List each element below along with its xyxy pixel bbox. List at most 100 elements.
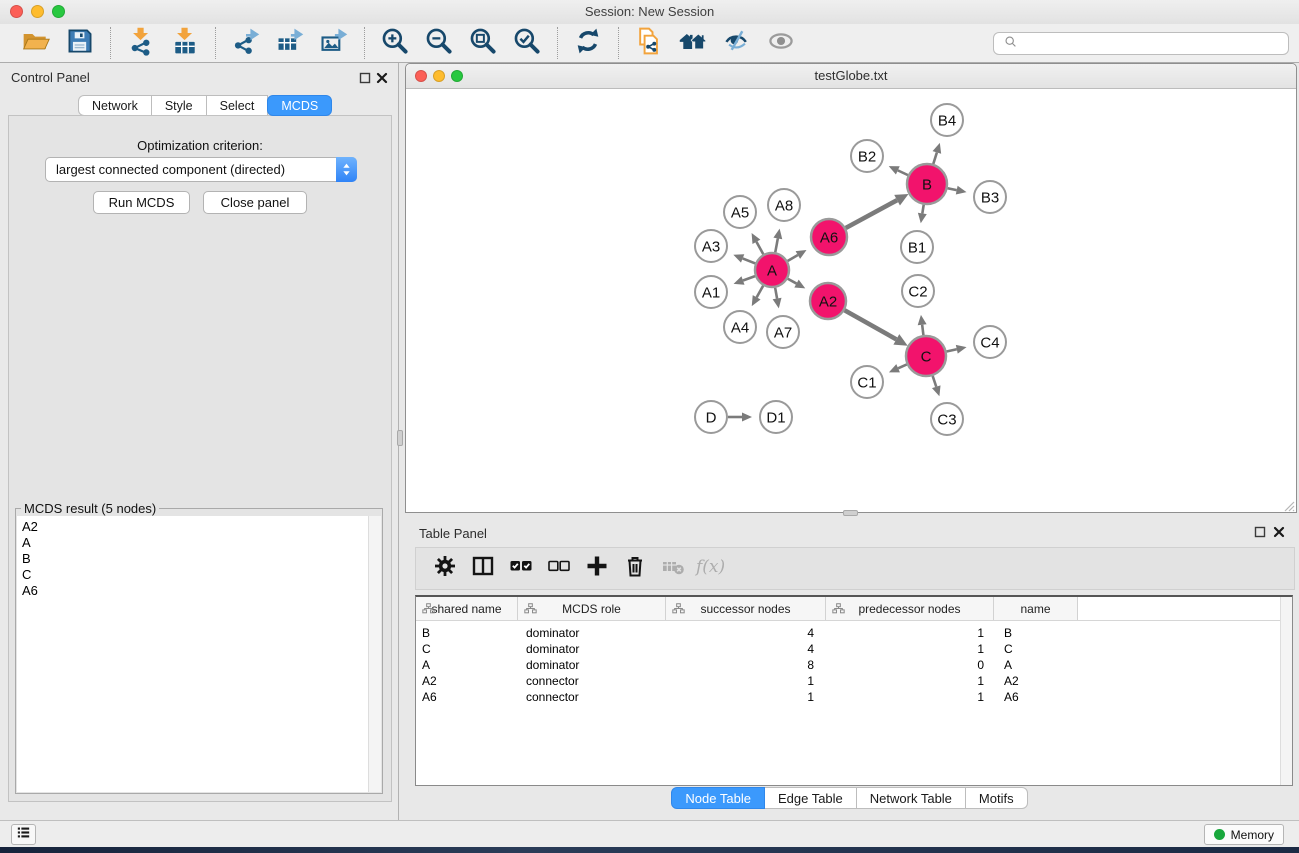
graph-edge-A-A6[interactable] [788, 255, 798, 261]
graph-edge-B-B4[interactable] [933, 152, 937, 164]
horizontal-splitter-handle[interactable] [843, 510, 858, 516]
optimization-criterion-select[interactable]: largest connected component (directed) [45, 157, 357, 182]
graph-edge-C-C2[interactable] [922, 325, 923, 335]
tab-edge-table[interactable]: Edge Table [764, 787, 857, 809]
table-cell[interactable]: B [994, 625, 1078, 641]
graph-node-A1[interactable]: A1 [695, 276, 727, 308]
table-row[interactable]: Cdominator41C [416, 641, 1292, 657]
graph-node-D[interactable]: D [695, 401, 727, 433]
graph-node-B2[interactable]: B2 [851, 140, 883, 172]
export-network-button[interactable] [224, 26, 268, 60]
mcds-result-item[interactable]: A6 [22, 583, 368, 599]
first-neighbors-button[interactable] [671, 26, 715, 60]
graph-edge-A-A7[interactable] [775, 288, 777, 299]
export-image-button[interactable] [312, 26, 356, 60]
memory-button[interactable]: Memory [1204, 824, 1284, 845]
table-cell[interactable]: dominator [518, 625, 666, 641]
close-panel-icon[interactable] [376, 71, 388, 83]
graph-node-A4[interactable]: A4 [724, 311, 756, 343]
table-cell[interactable]: A6 [416, 689, 518, 705]
tab-style[interactable]: Style [151, 95, 207, 116]
graph-node-A7[interactable]: A7 [767, 316, 799, 348]
graph-edge-A-A2[interactable] [788, 279, 797, 284]
table-cell[interactable]: 1 [826, 641, 994, 657]
graph-edge-A2-C[interactable] [845, 310, 897, 339]
graph-edge-A-A4[interactable] [757, 286, 764, 298]
tab-network[interactable]: Network [78, 95, 152, 116]
float-panel-icon[interactable] [359, 71, 371, 83]
select-all-button[interactable] [502, 552, 540, 586]
graph-node-B1[interactable]: B1 [901, 231, 933, 263]
zoom-out-button[interactable] [417, 26, 461, 60]
tab-node-table[interactable]: Node Table [671, 787, 765, 809]
table-cell[interactable]: connector [518, 689, 666, 705]
column-header-mcds-role[interactable]: MCDS role [518, 597, 666, 620]
search-input[interactable] [1021, 37, 1282, 51]
task-history-button[interactable] [11, 824, 36, 845]
zoom-selected-button[interactable] [505, 26, 549, 60]
graph-edge-C-C3[interactable] [933, 376, 937, 387]
table-cell[interactable]: 1 [826, 673, 994, 689]
graph-node-C4[interactable]: C4 [974, 326, 1006, 358]
table-cell[interactable]: 1 [826, 689, 994, 705]
table-scrollbar[interactable] [1280, 597, 1292, 785]
mcds-result-item[interactable]: C [22, 567, 368, 583]
tab-select[interactable]: Select [206, 95, 269, 116]
export-table-button[interactable] [268, 26, 312, 60]
mcds-result-item[interactable]: A [22, 535, 368, 551]
network-canvas[interactable]: AA1A2A3A4A5A6A7A8BB1B2B3B4CC1C2C3C4DD1 [406, 89, 1296, 512]
table-cell[interactable]: B [416, 625, 518, 641]
graph-edge-A6-B[interactable] [846, 200, 897, 228]
graph-node-A6[interactable]: A6 [811, 219, 847, 255]
table-cell[interactable]: 4 [666, 625, 826, 641]
graph-edge-A-A1[interactable] [743, 276, 755, 280]
table-cell[interactable]: dominator [518, 641, 666, 657]
graph-edge-A-A8[interactable] [775, 238, 778, 252]
table-cell[interactable]: A [994, 657, 1078, 673]
graph-node-C2[interactable]: C2 [902, 275, 934, 307]
table-cell[interactable]: 4 [666, 641, 826, 657]
network-window-titlebar[interactable]: testGlobe.txt [406, 64, 1296, 89]
column-header-name[interactable]: name [994, 597, 1078, 620]
table-cell[interactable]: 1 [826, 625, 994, 641]
tab-network-table[interactable]: Network Table [856, 787, 966, 809]
mcds-result-list[interactable]: A2ABCA6 [17, 516, 368, 792]
add-column-button[interactable] [578, 552, 616, 586]
graph-node-B[interactable]: B [907, 164, 947, 204]
float-table-panel-icon[interactable] [1254, 525, 1266, 537]
table-cell[interactable]: A [416, 657, 518, 673]
graph-node-A8[interactable]: A8 [768, 189, 800, 221]
graph-node-B3[interactable]: B3 [974, 181, 1006, 213]
vertical-splitter-handle[interactable] [397, 430, 403, 446]
tab-motifs[interactable]: Motifs [965, 787, 1028, 809]
table-cell[interactable]: dominator [518, 657, 666, 673]
settings-gear-button[interactable] [426, 552, 464, 586]
graph-edge-B-B1[interactable] [922, 205, 923, 214]
duplicate-network-button[interactable] [627, 26, 671, 60]
graph-node-C[interactable]: C [906, 336, 946, 376]
graph-edge-C-C4[interactable] [947, 349, 957, 351]
close-table-panel-icon[interactable] [1273, 525, 1285, 537]
split-panel-button[interactable] [464, 552, 502, 586]
graph-node-A2[interactable]: A2 [810, 283, 846, 319]
save-session-button[interactable] [58, 26, 102, 60]
table-cell[interactable]: 1 [666, 673, 826, 689]
resize-grip-icon[interactable] [1283, 499, 1295, 511]
run-mcds-button[interactable]: Run MCDS [93, 191, 190, 214]
table-row[interactable]: Adominator80A [416, 657, 1292, 673]
mcds-list-scrollbar[interactable] [368, 516, 381, 792]
graph-node-D1[interactable]: D1 [760, 401, 792, 433]
table-cell[interactable]: A2 [994, 673, 1078, 689]
show-all-button[interactable] [759, 26, 803, 60]
column-header-predecessor-nodes[interactable]: predecessor nodes [826, 597, 994, 620]
graph-node-A[interactable]: A [755, 253, 789, 287]
table-cell[interactable]: C [994, 641, 1078, 657]
table-row[interactable]: A6connector11A6 [416, 689, 1292, 705]
column-header-successor-nodes[interactable]: successor nodes [666, 597, 826, 620]
tab-mcds[interactable]: MCDS [267, 95, 332, 116]
table-cell[interactable]: C [416, 641, 518, 657]
table-cell[interactable]: 1 [666, 689, 826, 705]
graph-node-C1[interactable]: C1 [851, 366, 883, 398]
table-cell[interactable]: connector [518, 673, 666, 689]
mcds-result-item[interactable]: A2 [22, 519, 368, 535]
